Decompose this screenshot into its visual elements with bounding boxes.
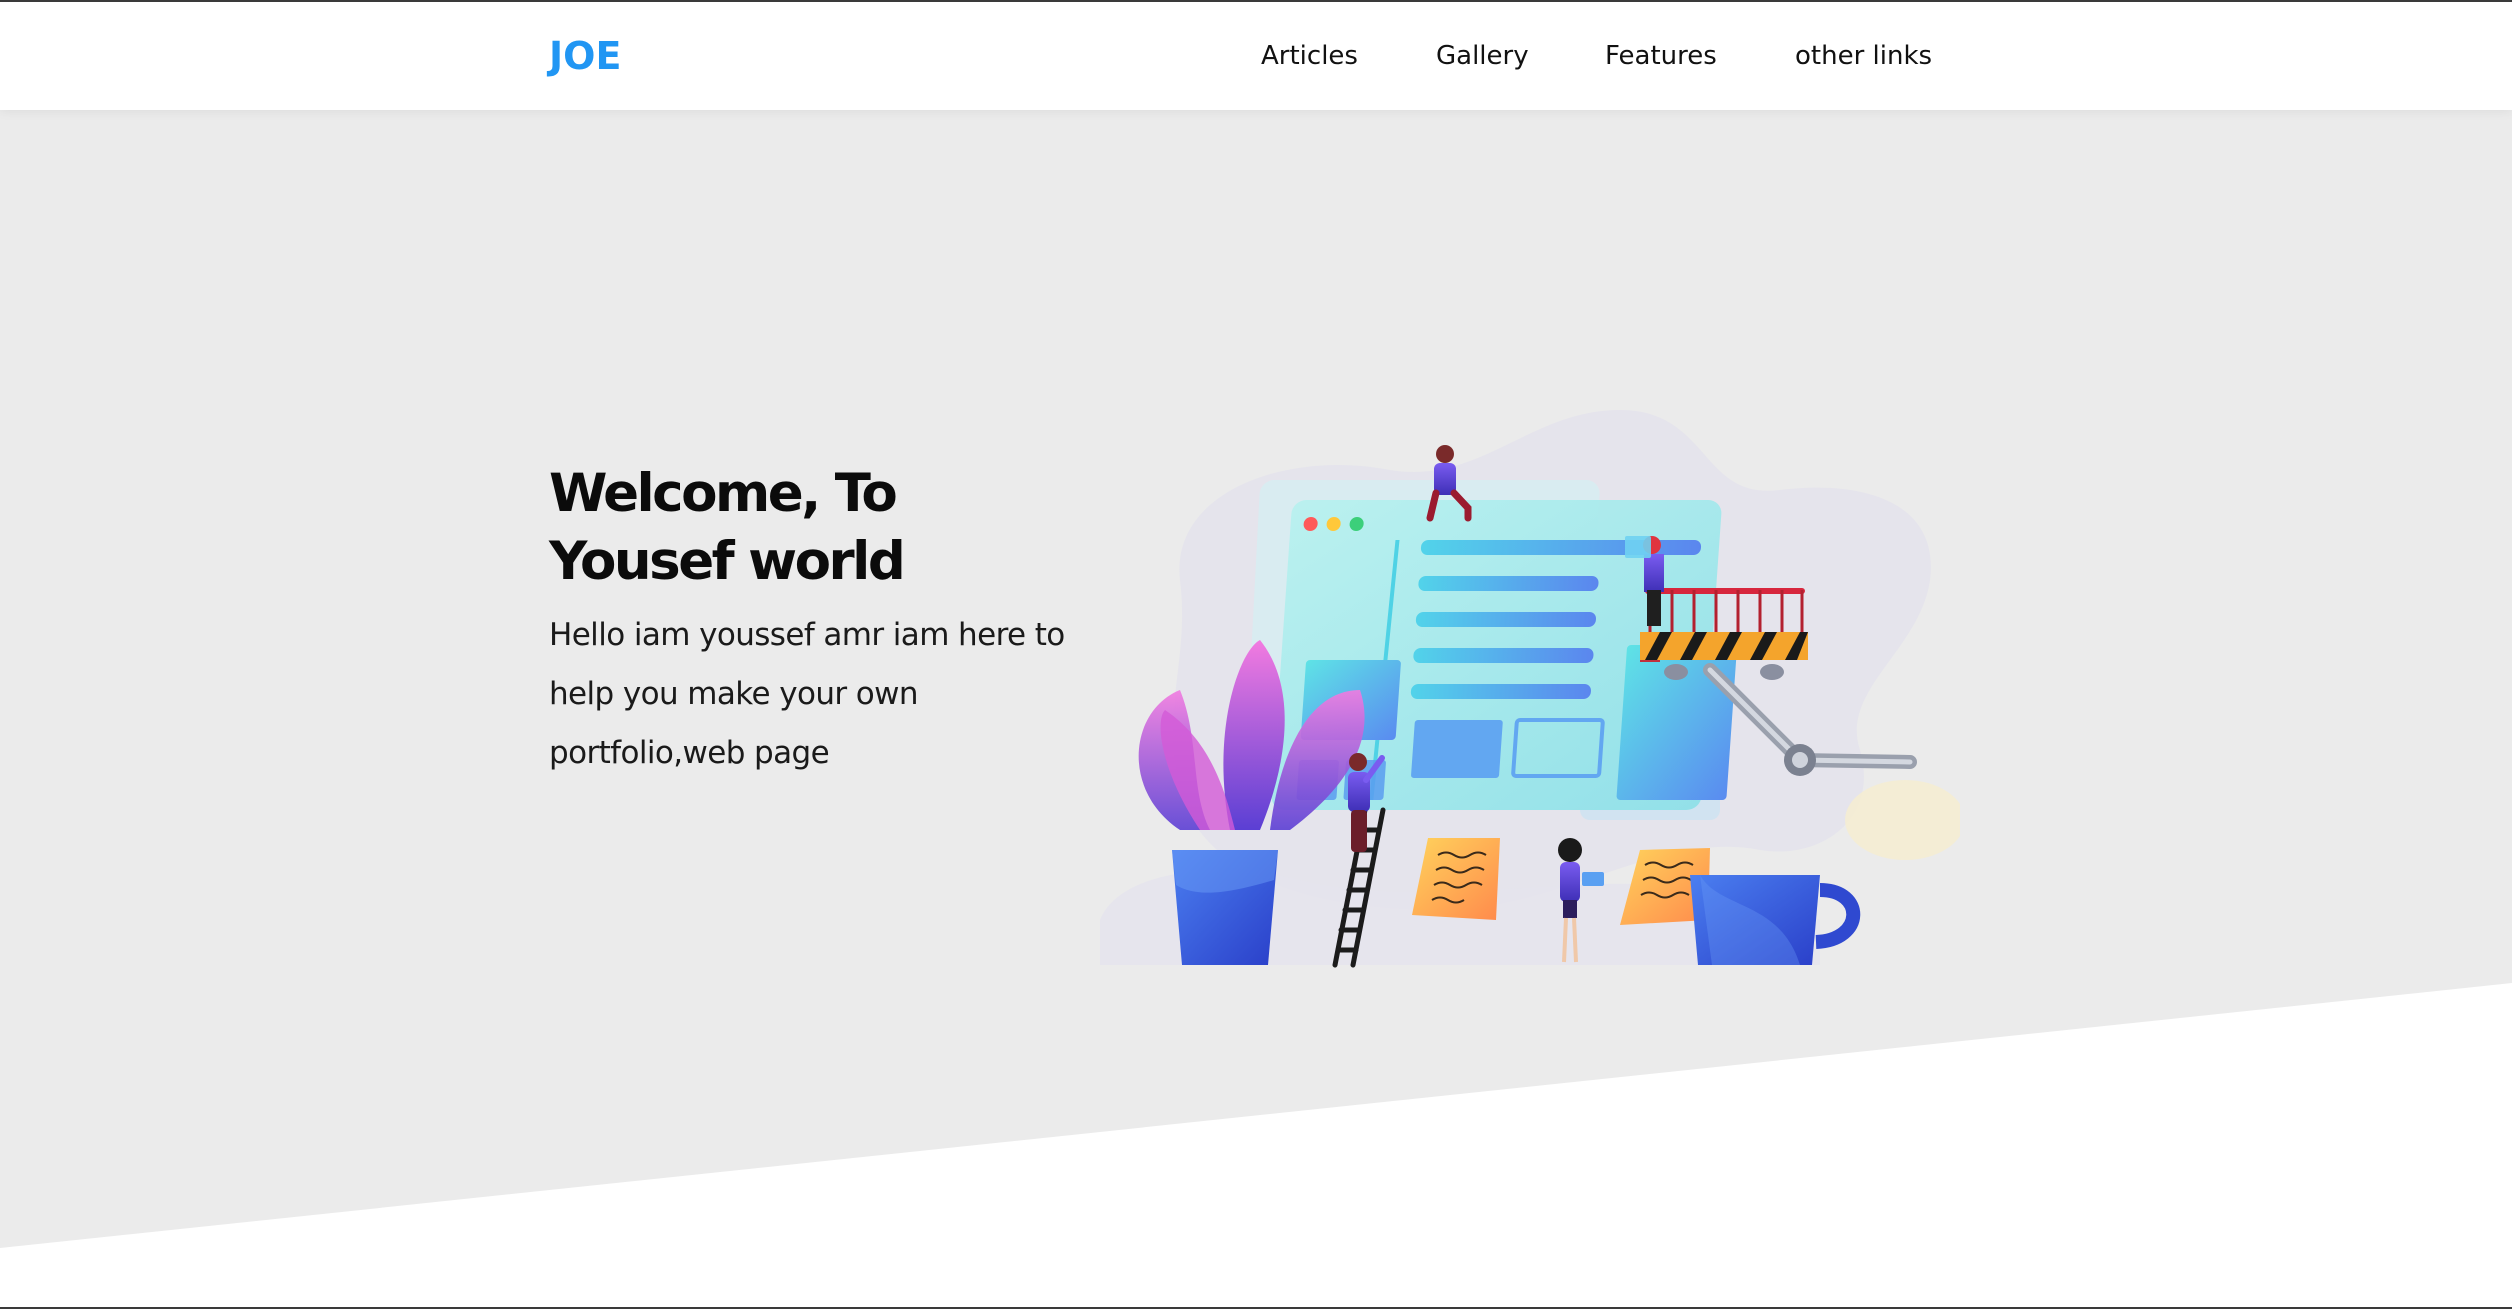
page: JOE Articles Gallery Features other link… [0, 0, 2512, 1309]
nav-link-other-links[interactable]: other links [1795, 38, 1932, 74]
nav-link-features[interactable]: Features [1605, 38, 1717, 74]
site-header: JOE Articles Gallery Features other link… [0, 2, 2512, 110]
logo-link[interactable]: JOE [549, 32, 621, 80]
nav-link-gallery[interactable]: Gallery [1436, 38, 1529, 74]
coffee-mug [1690, 875, 1861, 965]
hero-title: Welcome, To Yousef world [549, 463, 906, 592]
hero-text: Hello iam youssef amr iam here to help y… [549, 617, 1065, 771]
nav-link-articles[interactable]: Articles [1261, 38, 1358, 74]
web-development-illustration [1100, 410, 1960, 968]
hero-section: Welcome, To Yousef world Hello iam youss… [0, 110, 2512, 1307]
